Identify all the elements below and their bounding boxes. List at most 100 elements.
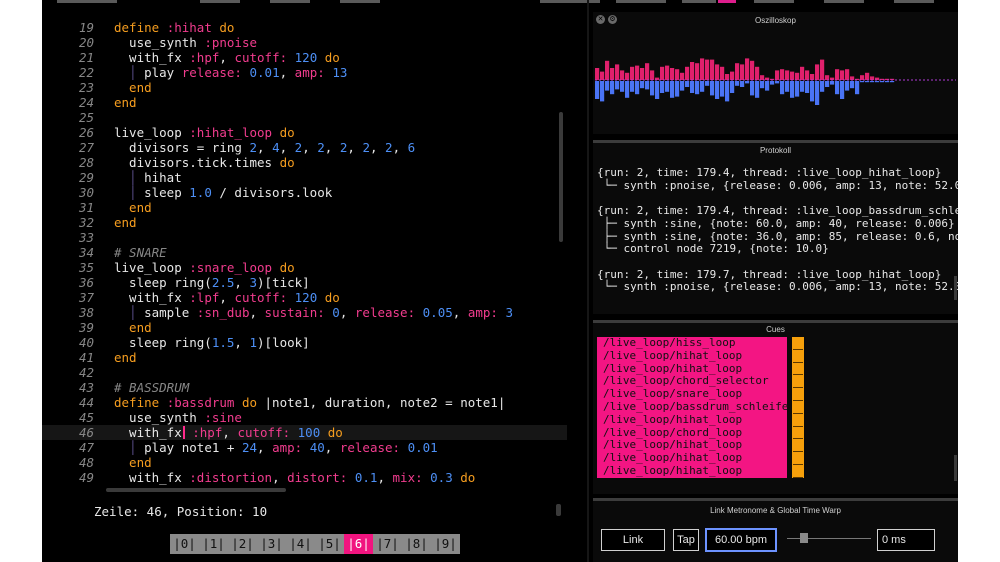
code-line[interactable]: 20 use_synth :pnoise	[42, 35, 567, 50]
code-line[interactable]: 45 use_synth :sine	[42, 410, 567, 425]
toolbar-button[interactable]	[824, 0, 864, 3]
code-line[interactable]: 40 sleep ring(1.5, 1)[look]	[42, 335, 567, 350]
code-line[interactable]: 49 with_fx :distortion, distort: 0.1, mi…	[42, 470, 567, 485]
buffer-tab-2[interactable]: |2|	[228, 534, 257, 554]
status-scrollbar[interactable]	[556, 504, 561, 516]
code-text[interactable]: with_fx :distortion, distort: 0.1, mix: …	[114, 470, 475, 485]
code-text[interactable]: divisors.tick.times do	[114, 155, 295, 170]
code-line[interactable]: 19 define :hihat do	[42, 20, 567, 35]
code-line[interactable]: 44 define :bassdrum do |note1, duration, …	[42, 395, 567, 410]
toolbar-button[interactable]	[340, 0, 380, 3]
buffer-tab-5[interactable]: |5|	[315, 534, 344, 554]
code-text[interactable]: sleep ring(1.5, 1)[look]	[114, 335, 310, 350]
code-text[interactable]: │ hihat	[114, 170, 182, 185]
code-text[interactable]: with_fx :lpf, cutoff: 120 do	[114, 290, 340, 305]
buffer-tab-4[interactable]: |4|	[286, 534, 315, 554]
code-text[interactable]: end	[114, 80, 152, 95]
code-token: release:	[181, 65, 242, 80]
bpm-field[interactable]: 60.00 bpm	[705, 528, 777, 552]
code-line[interactable]: 37 with_fx :lpf, cutoff: 120 do	[42, 290, 567, 305]
code-line[interactable]: 42	[42, 365, 567, 380]
code-text[interactable]: with_fx :hpf, cutoff: 100 do	[114, 425, 343, 440]
toolbar-button[interactable]	[616, 0, 666, 3]
buffer-tab-0[interactable]: |0|	[170, 534, 199, 554]
time-warp-slider-thumb[interactable]	[799, 533, 808, 543]
editor-vertical-scrollbar[interactable]	[559, 112, 563, 242]
code-text[interactable]: divisors = ring 2, 4, 2, 2, 2, 2, 2, 6	[114, 140, 415, 155]
code-text[interactable]: end	[114, 215, 137, 230]
time-warp-field[interactable]: 0 ms	[877, 529, 935, 551]
code-text[interactable]: end	[114, 95, 137, 110]
toolbar-button[interactable]	[200, 0, 240, 3]
code-text[interactable]: define :bassdrum do |note1, duration, no…	[114, 395, 505, 410]
code-token: with_fx	[114, 425, 182, 440]
code-text[interactable]: live_loop :snare_loop do	[114, 260, 295, 275]
scope-bar-top	[705, 59, 710, 80]
code-line[interactable]: 27 divisors = ring 2, 4, 2, 2, 2, 2, 2, …	[42, 140, 567, 155]
line-number: 32	[78, 215, 94, 230]
code-text[interactable]: # SNARE	[114, 245, 167, 260]
code-text[interactable]: use_synth :pnoise	[114, 35, 257, 50]
toolbar-button[interactable]	[754, 0, 794, 3]
toolbar-button[interactable]	[894, 0, 934, 3]
code-editor[interactable]: 19 define :hihat do 20 use_synth :pnoise 21…	[42, 20, 567, 488]
buffer-tab-1[interactable]: |1|	[199, 534, 228, 554]
code-text[interactable]: │ sample :sn_dub, sustain: 0, release: 0…	[114, 305, 513, 320]
line-number: 38	[78, 305, 94, 320]
code-text[interactable]: with_fx :hpf, cutoff: 120 do	[114, 50, 340, 65]
code-line[interactable]: 48 end	[42, 455, 567, 470]
code-text[interactable]: end	[114, 320, 152, 335]
code-line[interactable]: 25	[42, 110, 567, 125]
toolbar-button[interactable]	[682, 0, 716, 3]
code-line[interactable]: 33	[42, 230, 567, 245]
buffer-tab-9[interactable]: |9|	[431, 534, 460, 554]
buffer-tab-3[interactable]: |3|	[257, 534, 286, 554]
toolbar-button[interactable]	[57, 0, 117, 3]
editor-horizontal-scrollbar[interactable]	[106, 488, 286, 492]
cues-scrollbar[interactable]	[954, 455, 957, 481]
code-line[interactable]: 36 sleep ring(2.5, 3)[tick]	[42, 275, 567, 290]
buffer-tab-8[interactable]: |8|	[402, 534, 431, 554]
link-button[interactable]: Link	[601, 529, 665, 551]
code-text[interactable]: │ play note1 + 24, amp: 40, release: 0.0…	[114, 440, 438, 455]
code-line[interactable]: 34 # SNARE	[42, 245, 567, 260]
code-text[interactable]: # BASSDRUM	[114, 380, 189, 395]
code-line[interactable]: 47 │ play note1 + 24, amp: 40, release: …	[42, 440, 567, 455]
code-line[interactable]: 29 │ hihat	[42, 170, 567, 185]
toolbar-button[interactable]	[270, 0, 310, 3]
scope-bar-top	[780, 69, 785, 80]
code-line[interactable]: 23 end	[42, 80, 567, 95]
code-text[interactable]: │ sleep 1.0 / divisors.look	[114, 185, 332, 200]
code-text[interactable]: sleep ring(2.5, 3)[tick]	[114, 275, 310, 290]
code-line[interactable]: 35 live_loop :snare_loop do	[42, 260, 567, 275]
pane-splitter[interactable]	[587, 0, 589, 562]
code-line[interactable]: 24 end	[42, 95, 567, 110]
scope-bar-top	[685, 66, 690, 80]
code-line[interactable]: 28 divisors.tick.times do	[42, 155, 567, 170]
code-line[interactable]: 39 end	[42, 320, 567, 335]
code-text[interactable]: end	[114, 455, 152, 470]
code-line[interactable]: 26 live_loop :hihat_loop do	[42, 125, 567, 140]
code-line[interactable]: 38 │ sample :sn_dub, sustain: 0, release…	[42, 305, 567, 320]
code-text[interactable]: │ play release: 0.01, amp: 13	[114, 65, 347, 80]
log-scrollbar[interactable]	[954, 276, 957, 300]
current-code-line[interactable]: 46 with_fx :hpf, cutoff: 100 do	[42, 425, 567, 440]
buffer-tab-6[interactable]: |6|	[344, 534, 373, 554]
code-token: play note1 +	[144, 440, 242, 455]
code-text[interactable]: define :hihat do	[114, 20, 234, 35]
code-text[interactable]: end	[114, 350, 137, 365]
code-line[interactable]: 30 │ sleep 1.0 / divisors.look	[42, 185, 567, 200]
code-line[interactable]: 41 end	[42, 350, 567, 365]
code-text[interactable]: use_synth :sine	[114, 410, 242, 425]
code-line[interactable]: 32 end	[42, 215, 567, 230]
code-line[interactable]: 22 │ play release: 0.01, amp: 13	[42, 65, 567, 80]
tap-button[interactable]: Tap	[673, 529, 699, 551]
toolbar-button[interactable]	[540, 0, 600, 3]
code-line[interactable]: 21 with_fx :hpf, cutoff: 120 do	[42, 50, 567, 65]
buffer-tab-7[interactable]: |7|	[373, 534, 402, 554]
code-text[interactable]: live_loop :hihat_loop do	[114, 125, 295, 140]
code-token: release:	[354, 305, 416, 320]
code-line[interactable]: 43 # BASSDRUM	[42, 380, 567, 395]
code-line[interactable]: 31 end	[42, 200, 567, 215]
code-text[interactable]: end	[114, 200, 152, 215]
